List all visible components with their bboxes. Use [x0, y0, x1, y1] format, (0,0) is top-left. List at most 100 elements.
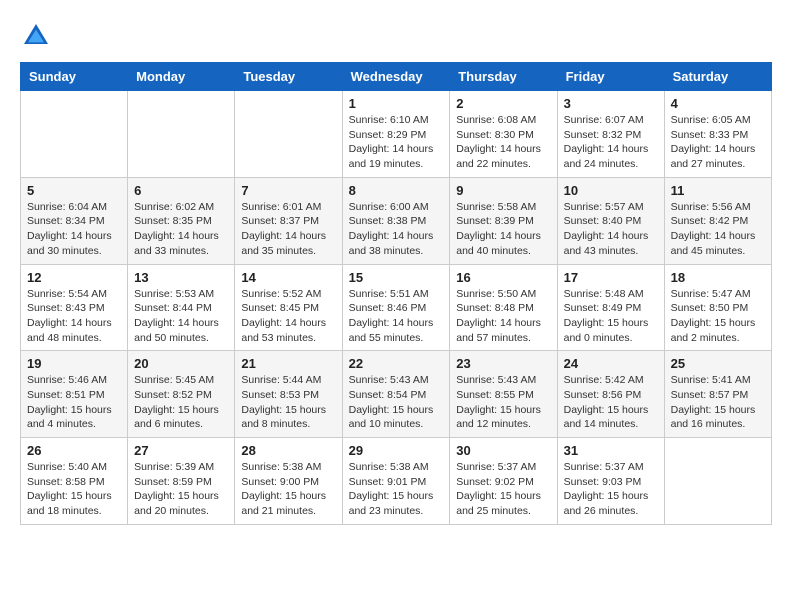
day-number: 1: [349, 96, 444, 111]
day-info: Sunrise: 6:05 AM Sunset: 8:33 PM Dayligh…: [671, 113, 765, 172]
calendar-day-11: 11 Sunrise: 5:56 AM Sunset: 8:42 PM Dayli…: [664, 177, 771, 264]
day-info: Sunrise: 5:48 AM Sunset: 8:49 PM Dayligh…: [564, 287, 658, 346]
day-info: Sunrise: 5:44 AM Sunset: 8:53 PM Dayligh…: [241, 373, 335, 432]
calendar-day-28: 28Sunrise: 5:38 AM Sunset: 9:00 PM Dayli…: [235, 438, 342, 525]
day-info: Sunrise: 5:53 AM Sunset: 8:44 PM Dayligh…: [134, 287, 228, 346]
logo: [20, 20, 58, 52]
day-number: 9: [456, 183, 550, 198]
day-number: 23: [456, 356, 550, 371]
day-number: 26: [27, 443, 121, 458]
calendar-day-9: 9 Sunrise: 5:58 AM Sunset: 8:39 PM Daylig…: [450, 177, 557, 264]
weekday-header-saturday: Saturday: [664, 63, 771, 91]
day-info: Sunrise: 5:41 AM Sunset: 8:57 PM Dayligh…: [671, 373, 765, 432]
day-info: Sunrise: 5:57 AM Sunset: 8:40 PM Dayligh…: [564, 200, 658, 259]
calendar-week-4: 19 Sunrise: 5:46 AM Sunset: 8:51 PM Dayli…: [21, 351, 772, 438]
day-info: Sunrise: 5:46 AM Sunset: 8:51 PM Dayligh…: [27, 373, 121, 432]
empty-day: [21, 91, 128, 178]
day-number: 30: [456, 443, 550, 458]
calendar-week-5: 26 Sunrise: 5:40 AM Sunset: 8:58 PM Dayli…: [21, 438, 772, 525]
day-number: 19: [27, 356, 121, 371]
day-info: Sunrise: 5:39 AM Sunset: 8:59 PM Dayligh…: [134, 460, 228, 519]
day-number: 4: [671, 96, 765, 111]
day-number: 20: [134, 356, 228, 371]
calendar-day-25: 25 Sunrise: 5:41 AM Sunset: 8:57 PM Dayli…: [664, 351, 771, 438]
calendar-day-30: 30Sunrise: 5:37 AM Sunset: 9:02 PM Dayli…: [450, 438, 557, 525]
empty-day: [128, 91, 235, 178]
calendar-day-19: 19 Sunrise: 5:46 AM Sunset: 8:51 PM Dayli…: [21, 351, 128, 438]
calendar-day-23: 23 Sunrise: 5:43 AM Sunset: 8:55 PM Dayli…: [450, 351, 557, 438]
day-number: 28: [241, 443, 335, 458]
weekday-header-thursday: Thursday: [450, 63, 557, 91]
day-info: Sunrise: 5:40 AM Sunset: 8:58 PM Dayligh…: [27, 460, 121, 519]
calendar-day-12: 12 Sunrise: 5:54 AM Sunset: 8:43 PM Dayli…: [21, 264, 128, 351]
day-number: 16: [456, 270, 550, 285]
day-number: 21: [241, 356, 335, 371]
weekday-header-tuesday: Tuesday: [235, 63, 342, 91]
day-number: 6: [134, 183, 228, 198]
day-number: 25: [671, 356, 765, 371]
day-number: 12: [27, 270, 121, 285]
day-number: 18: [671, 270, 765, 285]
day-info: Sunrise: 6:08 AM Sunset: 8:30 PM Dayligh…: [456, 113, 550, 172]
calendar-day-8: 8Sunrise: 6:00 AM Sunset: 8:38 PM Daylig…: [342, 177, 450, 264]
calendar-day-21: 21 Sunrise: 5:44 AM Sunset: 8:53 PM Dayli…: [235, 351, 342, 438]
calendar-day-14: 14 Sunrise: 5:52 AM Sunset: 8:45 PM Dayli…: [235, 264, 342, 351]
page-header: [20, 20, 772, 52]
day-info: Sunrise: 5:43 AM Sunset: 8:54 PM Dayligh…: [349, 373, 444, 432]
weekday-header-row: SundayMondayTuesdayWednesdayThursdayFrid…: [21, 63, 772, 91]
day-info: Sunrise: 5:43 AM Sunset: 8:55 PM Dayligh…: [456, 373, 550, 432]
day-info: Sunrise: 5:51 AM Sunset: 8:46 PM Dayligh…: [349, 287, 444, 346]
day-info: Sunrise: 5:56 AM Sunset: 8:42 PM Dayligh…: [671, 200, 765, 259]
day-number: 11: [671, 183, 765, 198]
day-info: Sunrise: 5:45 AM Sunset: 8:52 PM Dayligh…: [134, 373, 228, 432]
day-number: 7: [241, 183, 335, 198]
day-info: Sunrise: 6:10 AM Sunset: 8:29 PM Dayligh…: [349, 113, 444, 172]
calendar-week-2: 5Sunrise: 6:04 AM Sunset: 8:34 PM Daylig…: [21, 177, 772, 264]
calendar-day-22: 22 Sunrise: 5:43 AM Sunset: 8:54 PM Dayli…: [342, 351, 450, 438]
calendar-body: 1 Sunrise: 6:10 AM Sunset: 8:29 PM Daylig…: [21, 91, 772, 525]
day-info: Sunrise: 5:58 AM Sunset: 8:39 PM Dayligh…: [456, 200, 550, 259]
calendar-day-1: 1 Sunrise: 6:10 AM Sunset: 8:29 PM Daylig…: [342, 91, 450, 178]
day-number: 27: [134, 443, 228, 458]
day-info: Sunrise: 5:42 AM Sunset: 8:56 PM Dayligh…: [564, 373, 658, 432]
day-info: Sunrise: 5:50 AM Sunset: 8:48 PM Dayligh…: [456, 287, 550, 346]
day-info: Sunrise: 6:04 AM Sunset: 8:34 PM Dayligh…: [27, 200, 121, 259]
calendar-day-17: 17Sunrise: 5:48 AM Sunset: 8:49 PM Dayli…: [557, 264, 664, 351]
calendar-day-15: 15 Sunrise: 5:51 AM Sunset: 8:46 PM Dayli…: [342, 264, 450, 351]
weekday-header-wednesday: Wednesday: [342, 63, 450, 91]
weekday-header-sunday: Sunday: [21, 63, 128, 91]
calendar-day-3: 3 Sunrise: 6:07 AM Sunset: 8:32 PM Daylig…: [557, 91, 664, 178]
calendar-week-1: 1 Sunrise: 6:10 AM Sunset: 8:29 PM Daylig…: [21, 91, 772, 178]
calendar-day-29: 29Sunrise: 5:38 AM Sunset: 9:01 PM Dayli…: [342, 438, 450, 525]
day-number: 22: [349, 356, 444, 371]
calendar-day-24: 24Sunrise: 5:42 AM Sunset: 8:56 PM Dayli…: [557, 351, 664, 438]
calendar-day-13: 13 Sunrise: 5:53 AM Sunset: 8:44 PM Dayli…: [128, 264, 235, 351]
calendar-day-7: 7Sunrise: 6:01 AM Sunset: 8:37 PM Daylig…: [235, 177, 342, 264]
day-number: 31: [564, 443, 658, 458]
day-info: Sunrise: 5:47 AM Sunset: 8:50 PM Dayligh…: [671, 287, 765, 346]
calendar-day-16: 16 Sunrise: 5:50 AM Sunset: 8:48 PM Dayli…: [450, 264, 557, 351]
day-info: Sunrise: 5:52 AM Sunset: 8:45 PM Dayligh…: [241, 287, 335, 346]
calendar-day-2: 2Sunrise: 6:08 AM Sunset: 8:30 PM Daylig…: [450, 91, 557, 178]
day-info: Sunrise: 5:54 AM Sunset: 8:43 PM Dayligh…: [27, 287, 121, 346]
calendar-week-3: 12 Sunrise: 5:54 AM Sunset: 8:43 PM Dayli…: [21, 264, 772, 351]
calendar-day-5: 5Sunrise: 6:04 AM Sunset: 8:34 PM Daylig…: [21, 177, 128, 264]
weekday-header-monday: Monday: [128, 63, 235, 91]
calendar-day-6: 6Sunrise: 6:02 AM Sunset: 8:35 PM Daylig…: [128, 177, 235, 264]
calendar-day-20: 20 Sunrise: 5:45 AM Sunset: 8:52 PM Dayli…: [128, 351, 235, 438]
day-number: 29: [349, 443, 444, 458]
calendar-header: SundayMondayTuesdayWednesdayThursdayFrid…: [21, 63, 772, 91]
calendar-day-27: 27 Sunrise: 5:39 AM Sunset: 8:59 PM Dayli…: [128, 438, 235, 525]
day-number: 14: [241, 270, 335, 285]
day-info: Sunrise: 6:07 AM Sunset: 8:32 PM Dayligh…: [564, 113, 658, 172]
calendar-table: SundayMondayTuesdayWednesdayThursdayFrid…: [20, 62, 772, 525]
day-number: 13: [134, 270, 228, 285]
weekday-header-friday: Friday: [557, 63, 664, 91]
calendar-day-31: 31Sunrise: 5:37 AM Sunset: 9:03 PM Dayli…: [557, 438, 664, 525]
day-number: 15: [349, 270, 444, 285]
calendar-day-10: 10 Sunrise: 5:57 AM Sunset: 8:40 PM Dayli…: [557, 177, 664, 264]
calendar-day-18: 18 Sunrise: 5:47 AM Sunset: 8:50 PM Dayli…: [664, 264, 771, 351]
day-number: 3: [564, 96, 658, 111]
day-number: 10: [564, 183, 658, 198]
empty-day: [235, 91, 342, 178]
